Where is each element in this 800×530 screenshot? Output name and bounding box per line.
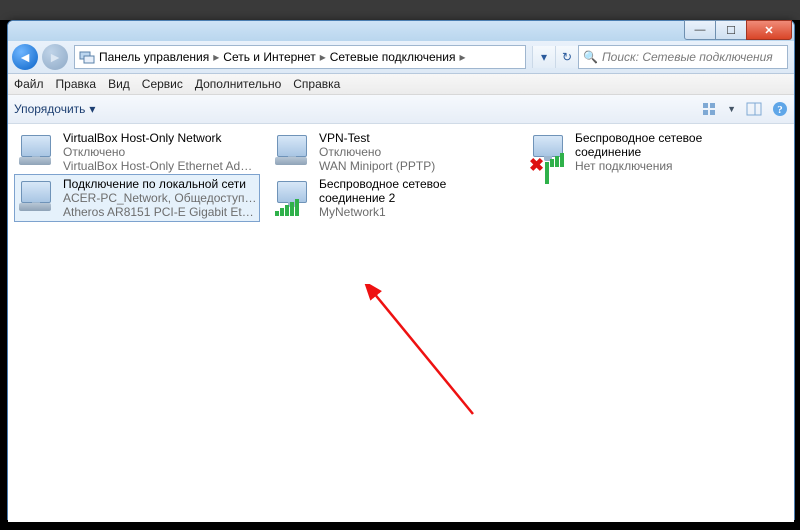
refresh-button[interactable]: ↻ xyxy=(555,46,578,68)
preview-pane-button[interactable] xyxy=(746,101,762,117)
content-area[interactable]: VirtualBox Host-Only Network Отключено V… xyxy=(8,124,794,522)
wifi-disconnected-icon: ✖ xyxy=(529,131,569,171)
connection-status: Отключено xyxy=(319,145,435,159)
connection-status: Отключено xyxy=(63,145,252,159)
view-options-button[interactable] xyxy=(701,101,717,117)
menu-service[interactable]: Сервис xyxy=(142,77,183,91)
breadcrumb[interactable]: Панель управления xyxy=(99,50,209,64)
chevron-down-icon: ▾ xyxy=(89,102,95,116)
menu-bar: Файл Правка Вид Сервис Дополнительно Спр… xyxy=(8,74,794,95)
connection-wireless1[interactable]: ✖ Беспроводное сетевое соединение Нет по… xyxy=(526,128,772,176)
menu-edit[interactable]: Правка xyxy=(56,77,97,91)
breadcrumb[interactable]: Сетевые подключения xyxy=(330,50,456,64)
help-button[interactable]: ? xyxy=(772,101,788,117)
maximize-button[interactable]: ☐ xyxy=(715,20,747,40)
forward-button[interactable]: ► xyxy=(42,44,68,70)
minimize-button[interactable]: — xyxy=(684,20,716,40)
connection-lan-selected[interactable]: Подключение по локальной сети ACER-PC_Ne… xyxy=(14,174,260,222)
chevron-right-icon[interactable]: ▸ xyxy=(316,50,330,64)
search-placeholder: Поиск: Сетевые подключения xyxy=(602,50,773,64)
chevron-right-icon[interactable]: ▸ xyxy=(456,50,470,64)
connection-name: Беспроводное сетевое соединение xyxy=(575,131,769,159)
lan-adapter-icon xyxy=(17,131,57,171)
explorer-window: — ☐ ✕ ◄ ► Панель управления ▸ Сеть и Инт… xyxy=(7,20,795,520)
address-bar[interactable]: Панель управления ▸ Сеть и Интернет ▸ Се… xyxy=(74,45,526,69)
svg-text:?: ? xyxy=(777,104,783,116)
organize-button[interactable]: Упорядочить ▾ xyxy=(14,102,95,116)
lan-adapter-icon xyxy=(17,177,57,217)
search-input[interactable]: 🔍 Поиск: Сетевые подключения xyxy=(578,45,788,69)
search-icon: 🔍 xyxy=(583,50,598,64)
connection-virtualbox[interactable]: VirtualBox Host-Only Network Отключено V… xyxy=(14,128,260,176)
network-icon xyxy=(79,49,95,65)
back-button[interactable]: ◄ xyxy=(12,44,38,70)
chevron-down-icon[interactable]: ▼ xyxy=(727,104,736,114)
connection-device: WAN Miniport (PPTP) xyxy=(319,159,435,173)
connection-name: Подключение по локальной сети xyxy=(63,177,257,191)
nav-row: ◄ ► Панель управления ▸ Сеть и Интернет … xyxy=(8,41,794,74)
connection-name: VPN-Test xyxy=(319,131,435,145)
connection-name: Беспроводное сетевое соединение 2 xyxy=(319,177,513,205)
lan-adapter-icon xyxy=(273,131,313,171)
organize-label: Упорядочить xyxy=(14,102,85,116)
wifi-adapter-icon xyxy=(273,177,313,217)
connection-status: Нет подключения xyxy=(575,159,769,173)
annotation-arrow xyxy=(363,284,483,424)
menu-view[interactable]: Вид xyxy=(108,77,130,91)
connection-wireless2[interactable]: Беспроводное сетевое соединение 2 MyNetw… xyxy=(270,174,516,222)
chevron-right-icon[interactable]: ▸ xyxy=(209,50,223,64)
connection-status: ACER-PC_Network, Общедоступ… xyxy=(63,191,257,205)
watermark: club Sovet xyxy=(725,482,791,524)
breadcrumb[interactable]: Сеть и Интернет xyxy=(223,50,315,64)
titlebar[interactable]: — ☐ ✕ xyxy=(8,21,794,41)
menu-file[interactable]: Файл xyxy=(14,77,44,91)
connection-status: MyNetwork1 xyxy=(319,205,513,219)
connection-name: VirtualBox Host-Only Network xyxy=(63,131,252,145)
connection-vpntest[interactable]: VPN-Test Отключено WAN Miniport (PPTP) xyxy=(270,128,516,176)
connection-device: VirtualBox Host-Only Ethernet Ad… xyxy=(63,159,252,173)
menu-extra[interactable]: Дополнительно xyxy=(195,77,281,91)
dropdown-history-button[interactable]: ▾ xyxy=(532,46,555,68)
toolbar: Упорядочить ▾ ▼ ? xyxy=(8,95,794,124)
menu-help[interactable]: Справка xyxy=(293,77,340,91)
close-button[interactable]: ✕ xyxy=(746,20,792,40)
connection-device: Atheros AR8151 PCI-E Gigabit Eth… xyxy=(63,205,257,219)
